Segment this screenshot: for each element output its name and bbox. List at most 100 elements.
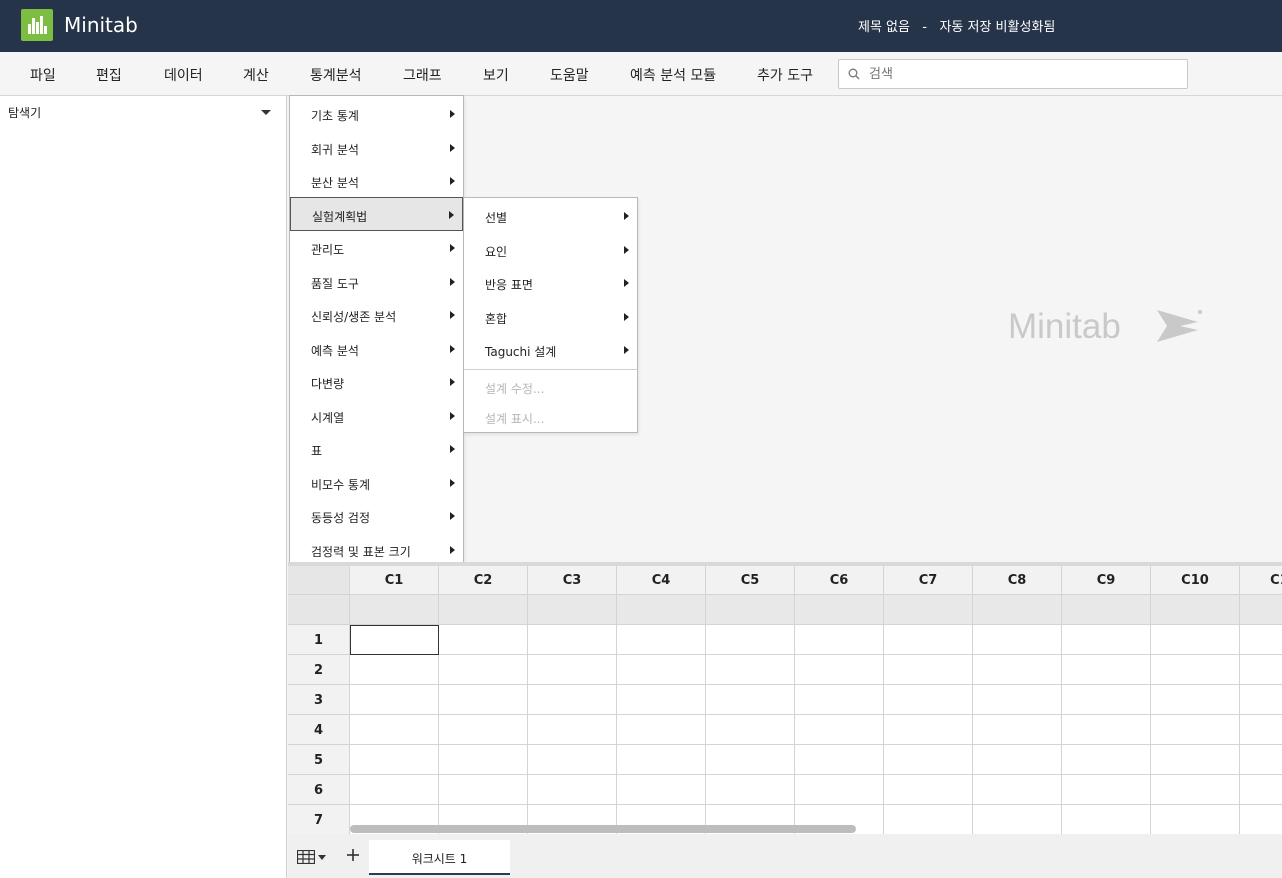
data-cell[interactable]	[706, 775, 795, 805]
doe-item-taguchi[interactable]: Taguchi 설계	[464, 333, 637, 367]
data-cell[interactable]	[528, 655, 617, 685]
data-cell[interactable]	[706, 715, 795, 745]
data-cell[interactable]	[1240, 655, 1282, 685]
data-cell[interactable]	[884, 685, 973, 715]
data-cell[interactable]	[795, 775, 884, 805]
worksheet-grid[interactable]: C1C2C3C4C5C6C7C8C9C10C11 1234567	[288, 562, 1282, 834]
data-cell[interactable]	[1240, 775, 1282, 805]
data-cell[interactable]	[350, 685, 439, 715]
data-cell[interactable]	[439, 685, 528, 715]
menu-edit[interactable]: 편집	[96, 65, 122, 85]
data-cell[interactable]	[528, 775, 617, 805]
stat-menu-item-reliability[interactable]: 신뢰성/생존 분석	[290, 298, 463, 332]
column-header[interactable]: C6	[795, 566, 884, 595]
selected-cell[interactable]	[350, 625, 439, 655]
stat-menu-item-nonparametrics[interactable]: 비모수 통계	[290, 466, 463, 500]
data-cell[interactable]	[706, 745, 795, 775]
data-cell[interactable]	[617, 685, 706, 715]
data-cell[interactable]	[1151, 775, 1240, 805]
data-cell[interactable]	[617, 715, 706, 745]
data-cell[interactable]	[884, 745, 973, 775]
column-header[interactable]: C7	[884, 566, 973, 595]
data-cell[interactable]	[884, 805, 973, 834]
doe-item-screening[interactable]: 선별	[464, 199, 637, 233]
column-header[interactable]: C10	[1151, 566, 1240, 595]
menu-calc[interactable]: 계산	[243, 65, 269, 85]
row-header[interactable]: 3	[288, 685, 350, 715]
data-cell[interactable]	[350, 655, 439, 685]
data-cell[interactable]	[1062, 805, 1151, 834]
data-cell[interactable]	[1062, 745, 1151, 775]
data-cell[interactable]	[439, 775, 528, 805]
data-cell[interactable]	[617, 745, 706, 775]
data-cell[interactable]	[795, 745, 884, 775]
column-name-cell[interactable]	[439, 595, 528, 625]
data-cell[interactable]	[350, 775, 439, 805]
data-cell[interactable]	[439, 655, 528, 685]
column-name-cell[interactable]	[1062, 595, 1151, 625]
data-cell[interactable]	[617, 625, 706, 655]
doe-item-mixture[interactable]: 혼합	[464, 300, 637, 334]
column-name-cell[interactable]	[350, 595, 439, 625]
search-input[interactable]	[869, 65, 1169, 83]
data-cell[interactable]	[1151, 715, 1240, 745]
data-cell[interactable]	[706, 625, 795, 655]
data-cell[interactable]	[973, 685, 1062, 715]
column-name-cell[interactable]	[1240, 595, 1282, 625]
menu-help[interactable]: 도움말	[550, 65, 589, 85]
column-name-cell[interactable]	[1151, 595, 1240, 625]
doe-item-response-surface[interactable]: 반응 표면	[464, 266, 637, 300]
menu-graph[interactable]: 그래프	[403, 65, 442, 85]
add-worksheet-icon[interactable]	[346, 848, 360, 862]
data-cell[interactable]	[1062, 655, 1151, 685]
column-header[interactable]: C3	[528, 566, 617, 595]
data-cell[interactable]	[439, 745, 528, 775]
horizontal-scrollbar[interactable]	[350, 825, 856, 833]
menu-data[interactable]: 데이터	[164, 65, 203, 85]
stat-menu-item-doe[interactable]: 실험계획법	[290, 197, 463, 231]
column-header[interactable]: C4	[617, 566, 706, 595]
chevron-down-icon[interactable]	[261, 110, 271, 115]
data-cell[interactable]	[1151, 625, 1240, 655]
column-name-cell[interactable]	[973, 595, 1062, 625]
data-cell[interactable]	[528, 625, 617, 655]
row-header[interactable]: 7	[288, 805, 350, 834]
data-cell[interactable]	[884, 655, 973, 685]
data-cell[interactable]	[1151, 745, 1240, 775]
data-cell[interactable]	[706, 685, 795, 715]
data-cell[interactable]	[884, 715, 973, 745]
data-cell[interactable]	[1240, 805, 1282, 834]
menu-file[interactable]: 파일	[30, 65, 56, 85]
stat-menu-item-quality-tools[interactable]: 품질 도구	[290, 265, 463, 299]
column-header[interactable]: C11	[1240, 566, 1282, 595]
data-cell[interactable]	[528, 745, 617, 775]
column-name-cell[interactable]	[528, 595, 617, 625]
data-cell[interactable]	[884, 775, 973, 805]
row-header[interactable]: 6	[288, 775, 350, 805]
row-header[interactable]: 4	[288, 715, 350, 745]
data-cell[interactable]	[1151, 685, 1240, 715]
data-cell[interactable]	[1240, 715, 1282, 745]
menu-predictive[interactable]: 예측 분석 모듈	[630, 65, 716, 85]
data-cell[interactable]	[1240, 745, 1282, 775]
column-header[interactable]: C9	[1062, 566, 1151, 595]
data-cell[interactable]	[1062, 715, 1151, 745]
worksheet-grid-icon[interactable]	[297, 850, 315, 864]
column-header[interactable]: C2	[439, 566, 528, 595]
stat-menu-item-anova[interactable]: 분산 분석	[290, 164, 463, 198]
tab-worksheet-1[interactable]: 워크시트 1	[369, 840, 510, 875]
stat-menu-item-multivariate[interactable]: 다변량	[290, 365, 463, 399]
column-name-cell[interactable]	[617, 595, 706, 625]
row-header[interactable]: 2	[288, 655, 350, 685]
data-cell[interactable]	[528, 715, 617, 745]
data-cell[interactable]	[617, 775, 706, 805]
data-cell[interactable]	[973, 745, 1062, 775]
data-cell[interactable]	[528, 685, 617, 715]
data-cell[interactable]	[1151, 805, 1240, 834]
data-cell[interactable]	[795, 685, 884, 715]
stat-menu-item-basic[interactable]: 기초 통계	[290, 97, 463, 131]
data-cell[interactable]	[439, 715, 528, 745]
stat-menu-item-control-charts[interactable]: 관리도	[290, 231, 463, 265]
data-cell[interactable]	[439, 625, 528, 655]
chevron-down-icon[interactable]	[318, 855, 326, 860]
